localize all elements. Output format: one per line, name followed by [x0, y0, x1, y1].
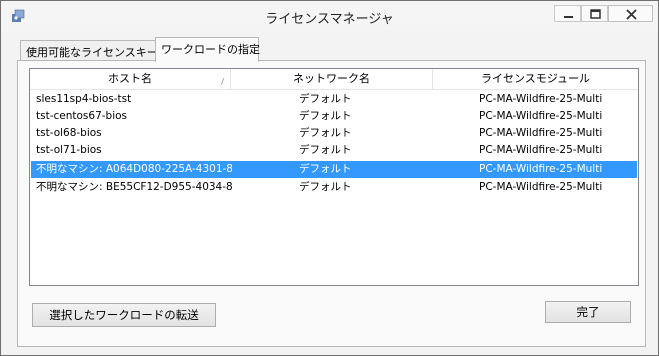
column-header-network[interactable]: ネットワーク名	[231, 69, 433, 90]
host-cell: 不明なマシン: A064D080-225A-4301-837	[36, 163, 232, 175]
close-icon	[626, 9, 637, 20]
maximize-icon	[590, 9, 601, 19]
module-cell: PC-MA-Wildfire-25-Multi	[479, 127, 603, 139]
network-cell: デフォルト	[299, 110, 352, 122]
list-row[interactable]: tst-centos67-bios デフォルト PC-MA-Wildfire-2…	[31, 108, 637, 125]
host-cell: 不明なマシン: BE55CF12-D955-4034-8E	[36, 181, 232, 193]
transfer-selected-workload-button[interactable]: 選択したワークロードの転送	[32, 303, 216, 327]
network-cell: デフォルト	[299, 93, 352, 105]
minimize-button[interactable]	[554, 5, 581, 22]
host-cell: tst-ol68-bios	[36, 127, 102, 139]
tab-workload-label: ワークロードの指定	[161, 43, 260, 56]
module-cell: PC-MA-Wildfire-25-Multi	[479, 110, 603, 122]
title-bar[interactable]: ライセンスマネージャ	[1, 1, 658, 31]
network-cell: デフォルト	[299, 163, 352, 175]
tab-workload-assignment[interactable]: ワークロードの指定	[155, 37, 260, 63]
network-cell: デフォルト	[299, 181, 352, 193]
host-cell: tst-ol71-bios	[36, 144, 102, 156]
network-cell: デフォルト	[299, 127, 352, 139]
column-header-host[interactable]: ホスト名 ∕	[30, 69, 231, 90]
maximize-button[interactable]	[581, 5, 608, 22]
minimize-icon	[564, 16, 573, 18]
list-header: ホスト名 ∕ ネットワーク名 ライセンスモジュール	[30, 69, 638, 90]
list-row[interactable]: tst-ol68-bios デフォルト PC-MA-Wildfire-25-Mu…	[31, 125, 637, 142]
module-cell: PC-MA-Wildfire-25-Multi	[479, 181, 603, 193]
host-cell: sles11sp4-bios-tst	[36, 93, 132, 105]
list-row[interactable]: tst-ol71-bios デフォルト PC-MA-Wildfire-25-Mu…	[31, 142, 637, 159]
tab-available-license-keys[interactable]: 使用可能なライセンスキー	[20, 40, 158, 60]
module-cell: PC-MA-Wildfire-25-Multi	[479, 93, 603, 105]
module-cell: PC-MA-Wildfire-25-Multi	[479, 144, 603, 156]
column-header-module[interactable]: ライセンスモジュール	[433, 69, 638, 90]
host-cell: tst-centos67-bios	[36, 110, 128, 122]
sort-indicator-icon: ∕	[221, 77, 224, 86]
module-cell: PC-MA-Wildfire-25-Multi	[479, 163, 603, 175]
close-button[interactable]	[608, 5, 653, 22]
list-row-selected[interactable]: 不明なマシン: A064D080-225A-4301-837 デフォルト PC-…	[31, 161, 637, 178]
network-cell: デフォルト	[299, 144, 352, 156]
tab-active-underline	[156, 61, 258, 63]
column-header-host-label: ホスト名	[108, 72, 152, 85]
done-button[interactable]: 完了	[545, 301, 631, 323]
workload-list[interactable]: ホスト名 ∕ ネットワーク名 ライセンスモジュール sles11sp4-bios…	[29, 68, 639, 286]
license-manager-window: ライセンスマネージャ 使用可能なライセンスキー ワークロードの指定 ホスト名 ∕…	[0, 0, 659, 356]
list-row[interactable]: sles11sp4-bios-tst デフォルト PC-MA-Wildfire-…	[31, 91, 637, 108]
list-row[interactable]: 不明なマシン: BE55CF12-D955-4034-8E デフォルト PC-M…	[31, 179, 637, 196]
